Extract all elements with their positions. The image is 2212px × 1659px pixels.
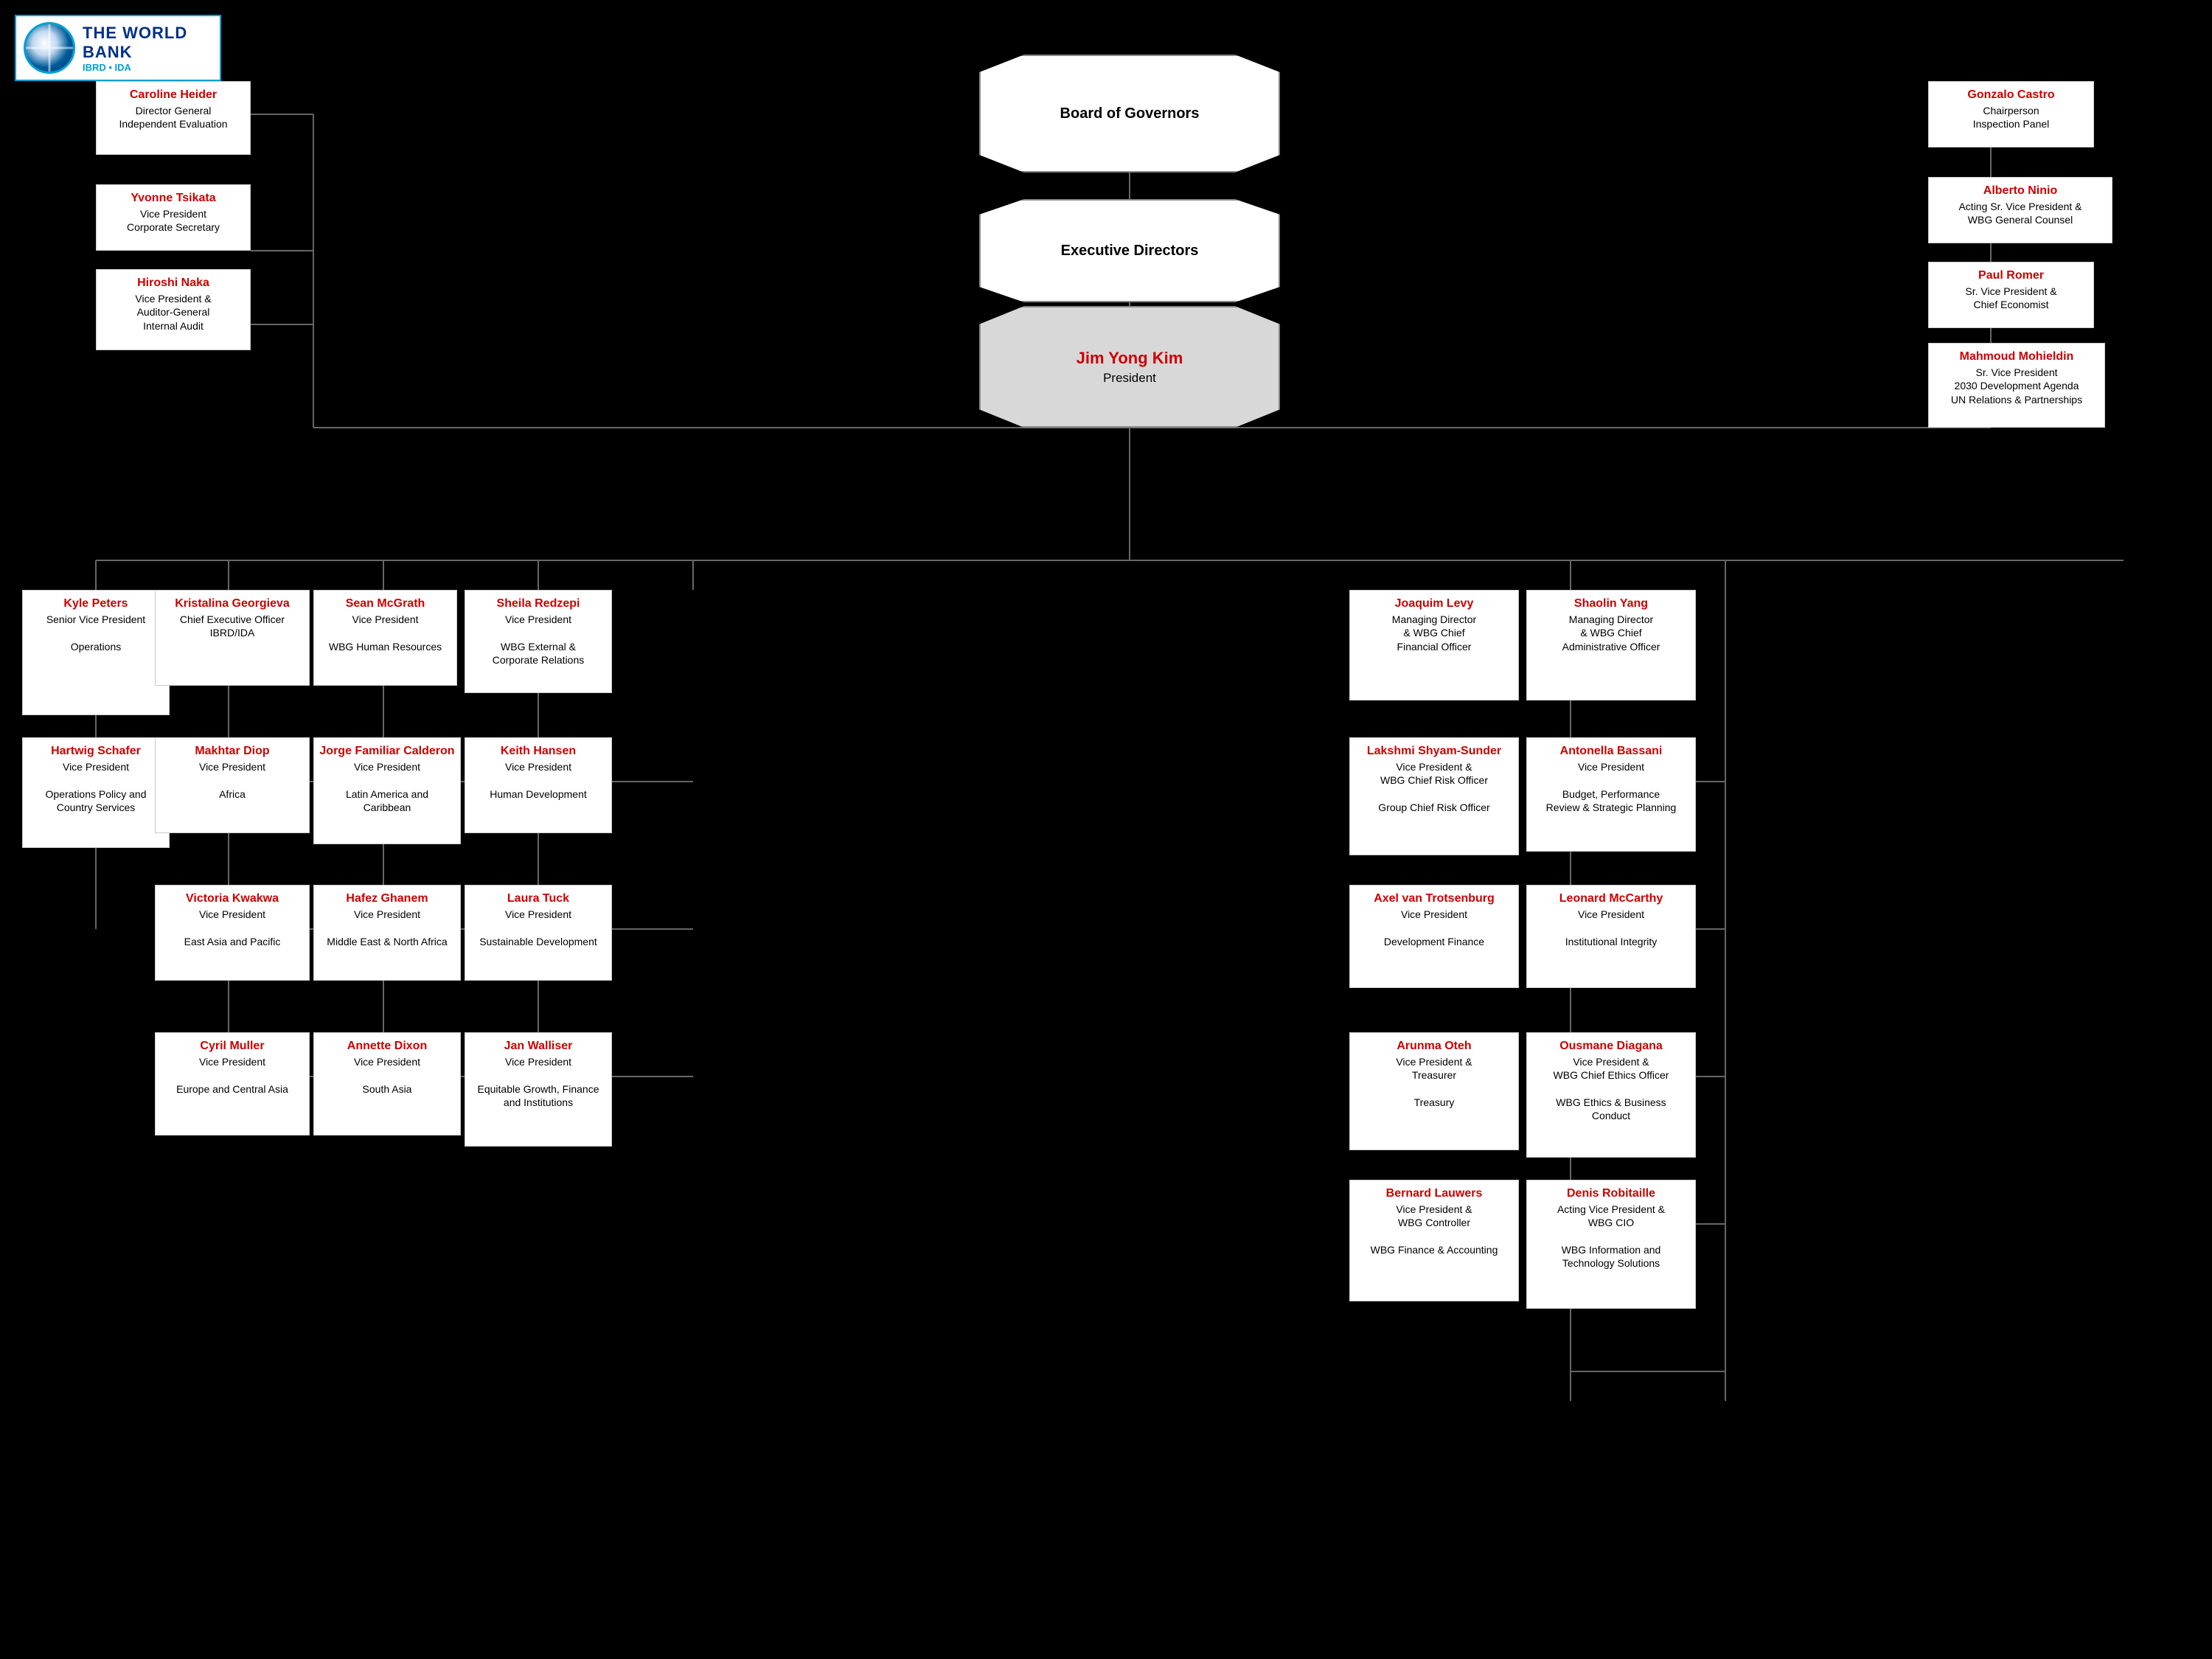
card-victoria-kwakwa: Victoria Kwakwa Vice President East Asia… bbox=[155, 885, 310, 981]
board-of-governors: Board of Governors bbox=[979, 55, 1280, 173]
card-hartwig-schafer: Hartwig Schafer Vice President Operation… bbox=[22, 737, 170, 848]
logo-main-text: THE WORLD BANK bbox=[83, 24, 212, 62]
card-lakshmi-shyam-sunder: Lakshmi Shyam-Sunder Vice President & WB… bbox=[1349, 737, 1519, 855]
card-denis-robitaille: Denis Robitaille Acting Vice President &… bbox=[1526, 1180, 1696, 1309]
president-card: Jim Yong Kim President bbox=[979, 306, 1280, 428]
card-leonard-mccarthy: Leonard McCarthy Vice President Institut… bbox=[1526, 885, 1696, 988]
card-laura-tuck: Laura Tuck Vice President Sustainable De… bbox=[465, 885, 612, 981]
card-keith-hansen: Keith Hansen Vice President Human Develo… bbox=[465, 737, 612, 833]
card-arunma-oteh: Arunma Oteh Vice President & Treasurer T… bbox=[1349, 1032, 1519, 1150]
card-kristalina-georgieva: Kristalina Georgieva Chief Executive Off… bbox=[155, 590, 310, 686]
logo-globe bbox=[24, 22, 75, 74]
card-caroline-heider: Caroline Heider Director General Indepen… bbox=[96, 81, 251, 155]
card-jan-walliser: Jan Walliser Vice President Equitable Gr… bbox=[465, 1032, 612, 1147]
card-hafez-ghanem: Hafez Ghanem Vice President Middle East … bbox=[313, 885, 461, 981]
card-shaolin-yang: Shaolin Yang Managing Director & WBG Chi… bbox=[1526, 590, 1696, 700]
card-joaquim-levy: Joaquim Levy Managing Director & WBG Chi… bbox=[1349, 590, 1519, 700]
card-yvonne-tsikata: Yvonne Tsikata Vice President Corporate … bbox=[96, 184, 251, 251]
card-annette-dixon: Annette Dixon Vice President South Asia bbox=[313, 1032, 461, 1135]
card-hiroshi-naka: Hiroshi Naka Vice President & Auditor-Ge… bbox=[96, 269, 251, 350]
card-kyle-peters: Kyle Peters Senior Vice President Operat… bbox=[22, 590, 170, 715]
card-sean-mcgrath: Sean McGrath Vice President WBG Human Re… bbox=[313, 590, 457, 686]
card-alberto-ninio: Alberto Ninio Acting Sr. Vice President … bbox=[1928, 177, 2112, 243]
card-cyril-muller: Cyril Muller Vice President Europe and C… bbox=[155, 1032, 310, 1135]
card-paul-romer: Paul Romer Sr. Vice President & Chief Ec… bbox=[1928, 262, 2094, 328]
card-ousmane-diagana: Ousmane Diagana Vice President & WBG Chi… bbox=[1526, 1032, 1696, 1158]
logo-sub-text: IBRD • IDA bbox=[83, 62, 212, 73]
card-antonella-bassani: Antonella Bassani Vice President Budget,… bbox=[1526, 737, 1696, 852]
card-makhtar-diop: Makhtar Diop Vice President Africa bbox=[155, 737, 310, 833]
card-gonzalo-castro: Gonzalo Castro Chairperson Inspection Pa… bbox=[1928, 81, 2094, 147]
logo-text: THE WORLD BANK IBRD • IDA bbox=[83, 24, 212, 73]
card-axel-van-trotsenburg: Axel van Trotsenburg Vice President Deve… bbox=[1349, 885, 1519, 988]
card-sheila-redzepi: Sheila Redzepi Vice President WBG Extern… bbox=[465, 590, 612, 693]
card-jorge-familiar: Jorge Familiar Calderon Vice President L… bbox=[313, 737, 461, 844]
logo: THE WORLD BANK IBRD • IDA bbox=[15, 15, 221, 81]
card-bernard-lauwers: Bernard Lauwers Vice President & WBG Con… bbox=[1349, 1180, 1519, 1301]
card-mahmoud-mohieldin: Mahmoud Mohieldin Sr. Vice President 203… bbox=[1928, 343, 2105, 428]
executive-directors: Executive Directors bbox=[979, 199, 1280, 302]
